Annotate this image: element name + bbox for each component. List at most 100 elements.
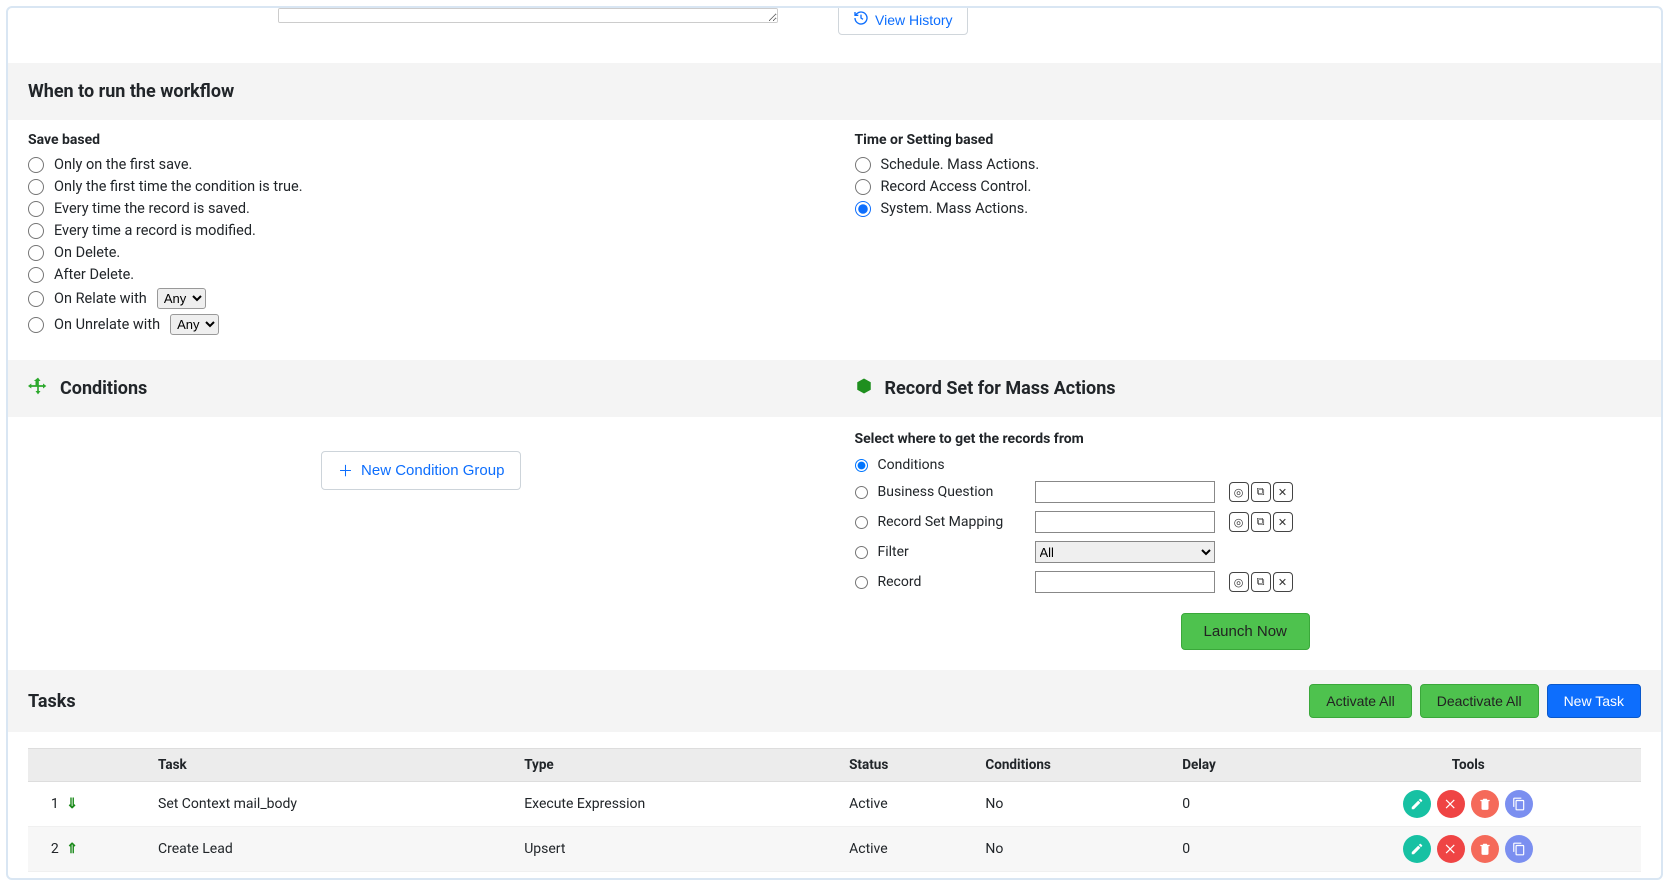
trigger-every-save[interactable]: Every time the record is saved. xyxy=(28,200,815,217)
move-down-icon[interactable]: ⇓ xyxy=(66,796,78,812)
recordset-header: Record Set for Mass Actions xyxy=(835,360,1662,417)
map-select-icon[interactable]: ⧉ xyxy=(1251,512,1271,532)
task-delay: 0 xyxy=(1172,827,1295,872)
rs-map-label: Record Set Mapping xyxy=(878,514,1004,530)
task-name: Create Lead xyxy=(148,827,514,872)
label-first-condition: Only the first time the condition is tru… xyxy=(54,178,303,195)
table-row: 1 ⇓ Set Context mail_bodyExecute Expressi… xyxy=(28,782,1641,827)
new-condition-group-button[interactable]: ＋ New Condition Group xyxy=(321,451,521,490)
task-status: Active xyxy=(839,827,975,872)
rs-filter-label: Filter xyxy=(878,544,909,560)
rs-bq-input[interactable] xyxy=(1035,481,1215,503)
task-order: 2 ⇑ xyxy=(28,827,88,872)
label-record-access: Record Access Control. xyxy=(881,178,1032,195)
trigger-on-relate[interactable]: On Relate with Any xyxy=(28,288,815,309)
view-history-button[interactable]: View History xyxy=(838,6,968,35)
history-icon xyxy=(853,10,869,29)
trigger-on-delete[interactable]: On Delete. xyxy=(28,244,815,261)
time-based-subhead: Time or Setting based xyxy=(855,132,1642,148)
launch-now-label: Launch Now xyxy=(1204,623,1287,640)
label-on-relate: On Relate with xyxy=(54,290,147,307)
conditions-icon xyxy=(28,376,48,401)
task-type: Upsert xyxy=(514,827,839,872)
rs-bq-radio[interactable] xyxy=(855,486,868,499)
edit-task-button[interactable] xyxy=(1403,835,1431,863)
task-type: Execute Expression xyxy=(514,782,839,827)
rs-filter-radio[interactable] xyxy=(855,546,868,559)
trigger-schedule[interactable]: Schedule. Mass Actions. xyxy=(855,156,1642,173)
launch-now-button[interactable]: Launch Now xyxy=(1181,613,1310,650)
edit-task-button[interactable] xyxy=(1403,790,1431,818)
col-status: Status xyxy=(839,749,975,782)
task-conditions: No xyxy=(975,827,1172,872)
task-delay: 0 xyxy=(1172,782,1295,827)
bq-select-icon[interactable]: ⧉ xyxy=(1251,482,1271,502)
map-goto-icon[interactable]: ◎ xyxy=(1229,512,1249,532)
new-condition-group-label: New Condition Group xyxy=(361,462,504,479)
rs-bq-label: Business Question xyxy=(878,484,994,500)
save-based-subhead: Save based xyxy=(28,132,815,148)
task-status: Active xyxy=(839,782,975,827)
delete-task-button[interactable] xyxy=(1471,790,1499,818)
recordset-heading: Record Set for Mass Actions xyxy=(885,378,1116,399)
activate-all-button[interactable]: Activate All xyxy=(1309,684,1411,718)
rs-filter-select[interactable]: All xyxy=(1035,541,1215,563)
task-order: 1 ⇓ xyxy=(28,782,88,827)
rs-record-input[interactable] xyxy=(1035,571,1215,593)
tasks-heading: Tasks xyxy=(28,691,76,712)
label-schedule: Schedule. Mass Actions. xyxy=(881,156,1040,173)
duplicate-task-button[interactable] xyxy=(1505,835,1533,863)
deactivate-all-label: Deactivate All xyxy=(1437,693,1522,709)
description-textarea[interactable] xyxy=(278,8,778,23)
bq-goto-icon[interactable]: ◎ xyxy=(1229,482,1249,502)
on-unrelate-select[interactable]: Any xyxy=(170,314,219,335)
rs-conditions-label: Conditions xyxy=(878,457,945,473)
task-conditions: No xyxy=(975,782,1172,827)
trigger-record-access[interactable]: Record Access Control. xyxy=(855,178,1642,195)
deactivate-all-button[interactable]: Deactivate All xyxy=(1420,684,1539,718)
deactivate-task-button[interactable] xyxy=(1437,790,1465,818)
rs-record-radio[interactable] xyxy=(855,576,868,589)
rs-record-label: Record xyxy=(878,574,922,590)
label-on-unrelate: On Unrelate with xyxy=(54,316,160,333)
label-every-save: Every time the record is saved. xyxy=(54,200,250,217)
task-name: Set Context mail_body xyxy=(148,782,514,827)
label-system-mass: System. Mass Actions. xyxy=(881,200,1029,217)
label-every-modify: Every time a record is modified. xyxy=(54,222,256,239)
col-tools: Tools xyxy=(1296,749,1641,782)
when-heading: When to run the workflow xyxy=(28,81,234,102)
conditions-heading: Conditions xyxy=(60,378,147,399)
trigger-on-unrelate[interactable]: On Unrelate with Any xyxy=(28,314,815,335)
rec-goto-icon[interactable]: ◎ xyxy=(1229,572,1249,592)
conditions-header: Conditions xyxy=(8,360,835,417)
rec-select-icon[interactable]: ⧉ xyxy=(1251,572,1271,592)
on-relate-select[interactable]: Any xyxy=(157,288,206,309)
map-clear-icon[interactable]: ✕ xyxy=(1273,512,1293,532)
trigger-every-modify[interactable]: Every time a record is modified. xyxy=(28,222,815,239)
delete-task-button[interactable] xyxy=(1471,835,1499,863)
trigger-after-delete[interactable]: After Delete. xyxy=(28,266,815,283)
rs-map-input[interactable] xyxy=(1035,511,1215,533)
select-records-label: Select where to get the records from xyxy=(855,431,1642,447)
col-task: Task xyxy=(148,749,514,782)
label-after-delete: After Delete. xyxy=(54,266,134,283)
new-task-button[interactable]: New Task xyxy=(1547,684,1641,718)
trigger-first-condition[interactable]: Only the first time the condition is tru… xyxy=(28,178,815,195)
new-task-label: New Task xyxy=(1564,693,1624,709)
col-type: Type xyxy=(514,749,839,782)
bq-clear-icon[interactable]: ✕ xyxy=(1273,482,1293,502)
when-to-run-header: When to run the workflow xyxy=(8,63,1661,120)
hex-icon xyxy=(855,377,873,400)
plus-icon: ＋ xyxy=(338,460,353,481)
rs-conditions-radio[interactable] xyxy=(855,459,868,472)
duplicate-task-button[interactable] xyxy=(1505,790,1533,818)
trigger-first-save[interactable]: Only on the first save. xyxy=(28,156,815,173)
rec-clear-icon[interactable]: ✕ xyxy=(1273,572,1293,592)
move-up-icon[interactable]: ⇑ xyxy=(66,841,78,857)
trigger-system-mass[interactable]: System. Mass Actions. xyxy=(855,200,1642,217)
activate-all-label: Activate All xyxy=(1326,693,1394,709)
rs-map-radio[interactable] xyxy=(855,516,868,529)
label-first-save: Only on the first save. xyxy=(54,156,192,173)
col-delay: Delay xyxy=(1172,749,1295,782)
deactivate-task-button[interactable] xyxy=(1437,835,1465,863)
